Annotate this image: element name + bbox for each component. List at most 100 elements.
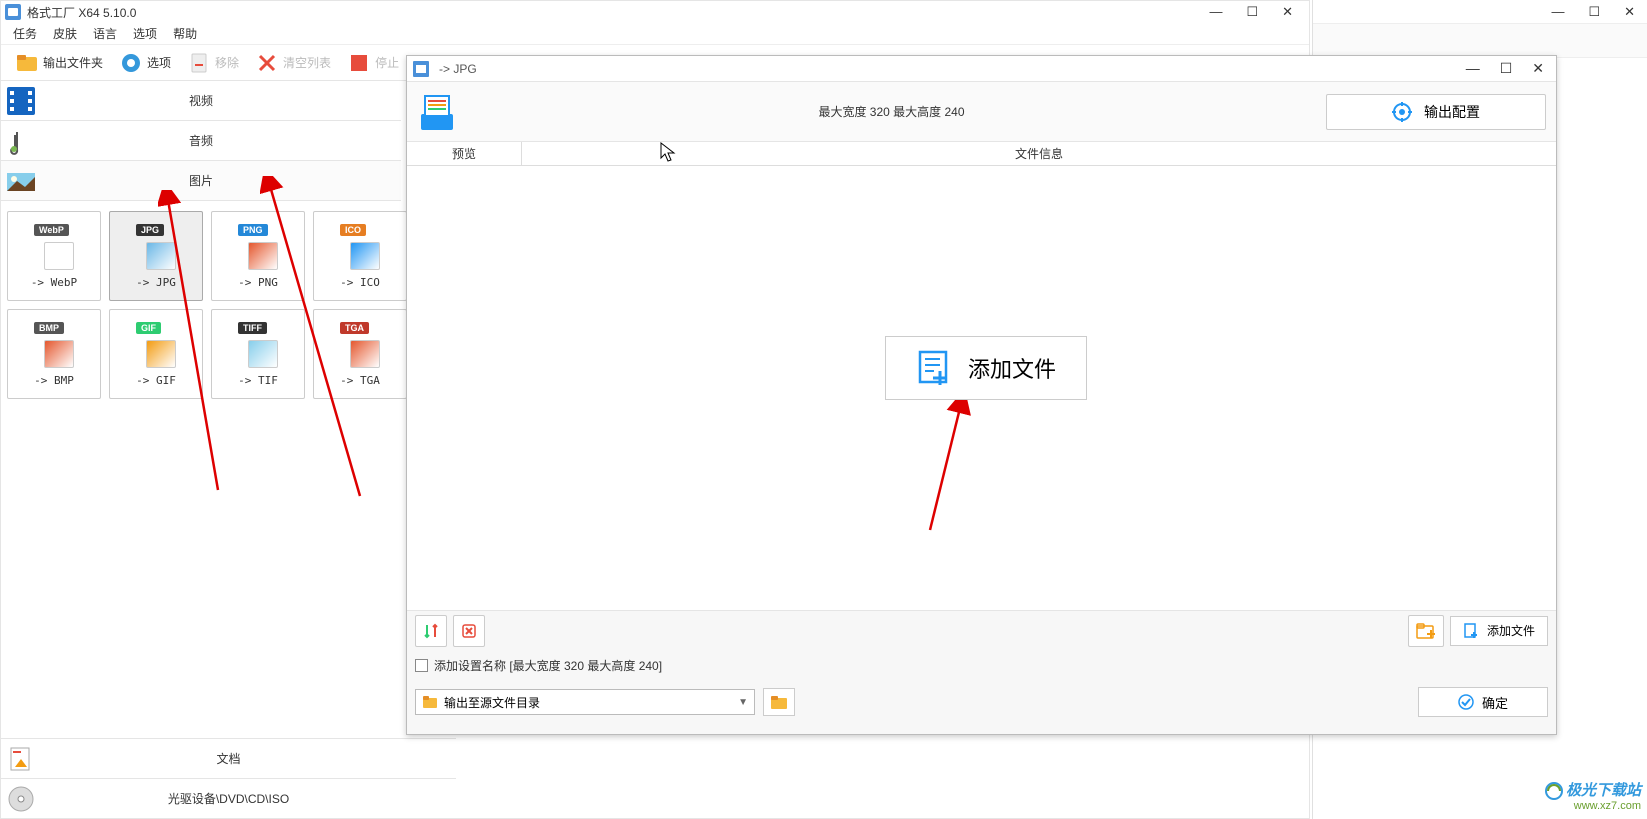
file-thumbnail: TIFF (238, 322, 278, 368)
folder-icon (770, 694, 788, 710)
menu-help[interactable]: 帮助 (173, 25, 197, 42)
output-config-label: 输出配置 (1424, 102, 1480, 122)
menu-language[interactable]: 语言 (93, 25, 117, 42)
file-preview (350, 340, 380, 368)
browse-folder-button[interactable] (763, 688, 795, 716)
format-badge: JPG (136, 224, 164, 236)
format-badge: TGA (340, 322, 369, 334)
stop-button[interactable]: 停止 (339, 47, 407, 79)
format-tile-bmp[interactable]: BMP -> BMP (7, 309, 101, 399)
file-thumbnail: GIF (136, 322, 176, 368)
format-badge: BMP (34, 322, 64, 334)
close-button[interactable]: ✕ (1620, 4, 1639, 20)
ok-label: 确定 (1482, 693, 1508, 712)
folder-icon (422, 694, 438, 710)
add-settings-name-checkbox[interactable] (415, 659, 428, 672)
category-document[interactable]: 文档 (1, 738, 456, 778)
file-thumbnail: PNG (238, 224, 278, 270)
watermark: 极光下载站 www.xz7.com (1545, 782, 1641, 813)
format-tile-jpg[interactable]: JPG -> JPG (109, 211, 203, 301)
options-label: 选项 (147, 54, 171, 71)
gear-icon (1392, 102, 1412, 122)
format-tile-label: -> JPG (136, 276, 176, 289)
category-audio[interactable]: 音频 (1, 121, 401, 161)
col-preview[interactable]: 预览 (407, 142, 522, 165)
watermark-text: 极光下载站 (1566, 782, 1641, 800)
format-tile-tga[interactable]: TGA-> TGA (313, 309, 407, 399)
output-destination-combo[interactable]: 输出至源文件目录 ▼ (415, 689, 755, 715)
file-thumbnail: WebP (34, 224, 74, 270)
dialog-footer-output-row: 输出至源文件目录 ▼ 确定 (407, 680, 1556, 724)
add-file-label: 添加文件 (1487, 622, 1535, 639)
jpg-file-icon (413, 61, 429, 77)
add-file-button[interactable]: 添加文件 (1450, 616, 1548, 646)
dialog-window-controls: — ☐ ✕ (1460, 58, 1550, 79)
category-optical[interactable]: 光驱设备\DVD\CD\ISO (1, 778, 456, 818)
close-button[interactable]: ✕ (1278, 4, 1297, 20)
size-info: 最大宽度 320 最大高度 240 (457, 103, 1326, 120)
audio-label: 音频 (189, 132, 213, 149)
stop-label: 停止 (375, 54, 399, 71)
dialog-title-bar: -> JPG — ☐ ✕ (407, 56, 1556, 82)
output-folder-button[interactable]: 输出文件夹 (7, 47, 111, 79)
ok-button[interactable]: 确定 (1418, 687, 1548, 717)
file-preview (248, 242, 278, 270)
menu-options[interactable]: 选项 (133, 25, 157, 42)
maximize-button[interactable]: ☐ (1494, 58, 1519, 79)
format-badge: PNG (238, 224, 268, 236)
file-thumbnail: TGA (340, 322, 380, 368)
file-preview (44, 242, 74, 270)
secondary-toolbar (1313, 24, 1647, 58)
file-preview (44, 340, 74, 368)
document-label: 文档 (216, 750, 240, 767)
menu-task[interactable]: 任务 (13, 25, 37, 42)
add-settings-name-label: 添加设置名称 [最大宽度 320 最大高度 240] (434, 657, 662, 674)
file-preview (146, 340, 176, 368)
output-config-button[interactable]: 输出配置 (1326, 94, 1546, 130)
col-fileinfo[interactable]: 文件信息 (522, 142, 1556, 165)
format-tile-label: -> BMP (34, 374, 74, 387)
folder-icon (15, 51, 39, 75)
format-tile-gif[interactable]: GIF -> GIF (109, 309, 203, 399)
clear-list-button[interactable]: 清空列表 (247, 47, 339, 79)
dialog-column-headers: 预览 文件信息 (407, 142, 1556, 166)
dialog-footer-actions: 添加文件 (407, 610, 1556, 650)
format-tile-label: -> WebP (31, 276, 77, 289)
close-button[interactable]: ✕ (1526, 58, 1550, 79)
disc-icon (7, 785, 35, 813)
minimize-button[interactable]: — (1205, 4, 1226, 20)
add-folder-button[interactable] (1408, 615, 1444, 647)
sort-button[interactable] (415, 615, 447, 647)
title-bar: 格式工厂 X64 5.10.0 — ☐ ✕ (1, 1, 1309, 23)
stop-icon (347, 51, 371, 75)
maximize-button[interactable]: ☐ (1242, 4, 1262, 20)
category-sidebar: 视频 音频 图片 WebP-> WebPJPG-> JPGPNG-> PNGIC… (1, 81, 401, 409)
dialog-footer-checkbox-row: 添加设置名称 [最大宽度 320 最大高度 240] (407, 650, 1556, 680)
delete-button[interactable] (453, 615, 485, 647)
format-tile-tiff[interactable]: TIFF-> TIF (211, 309, 305, 399)
dialog-title: -> JPG (439, 62, 477, 76)
menu-skin[interactable]: 皮肤 (53, 25, 77, 42)
file-preview (248, 340, 278, 368)
clear-label: 清空列表 (283, 54, 331, 71)
output-folder-label: 输出文件夹 (43, 54, 103, 71)
options-button[interactable]: 选项 (111, 47, 179, 79)
optical-label: 光驱设备\DVD\CD\ISO (168, 790, 289, 807)
window-title: 格式工厂 X64 5.10.0 (27, 4, 136, 21)
maximize-button[interactable]: ☐ (1584, 4, 1604, 20)
file-thumbnail: BMP (34, 322, 74, 368)
video-label: 视频 (189, 92, 213, 109)
dialog-header: 最大宽度 320 最大高度 240 输出配置 (407, 82, 1556, 142)
format-tile-ico[interactable]: ICO-> ICO (313, 211, 407, 301)
format-tile-label: -> GIF (136, 374, 176, 387)
format-tile-webp[interactable]: WebP -> WebP (7, 211, 101, 301)
minimize-button[interactable]: — (1547, 4, 1568, 19)
category-video[interactable]: 视频 (1, 81, 401, 121)
add-file-large-button[interactable]: 添加文件 (885, 336, 1087, 400)
minimize-button[interactable]: — (1460, 58, 1486, 79)
add-file-large-label: 添加文件 (968, 352, 1056, 384)
remove-button[interactable]: 移除 (179, 47, 247, 79)
format-tile-png[interactable]: PNG-> PNG (211, 211, 305, 301)
archive-box-icon (417, 92, 457, 132)
category-image[interactable]: 图片 (1, 161, 401, 201)
